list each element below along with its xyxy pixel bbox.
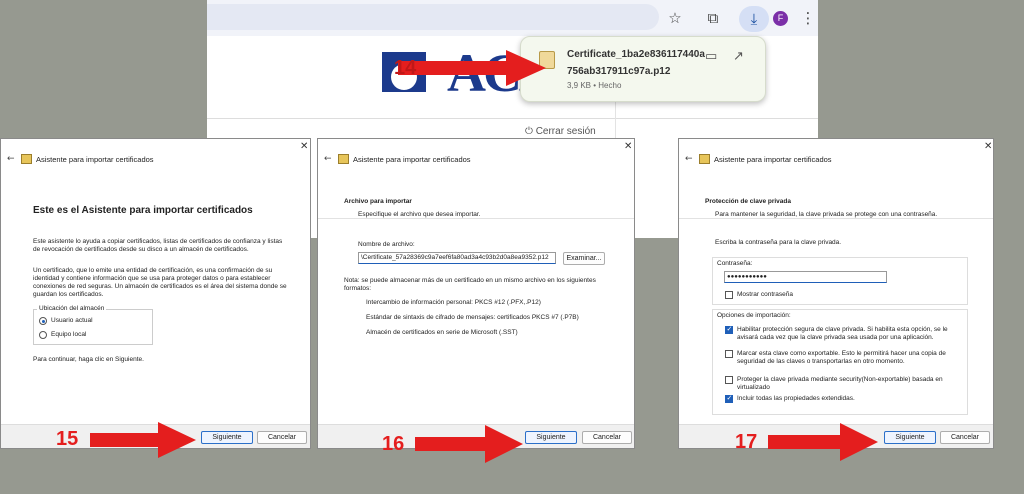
continue-hint: Para continuar, haga clic en Siguiente. [33, 356, 144, 363]
option-extended-props-checkbox[interactable] [725, 394, 733, 403]
next-button[interactable]: Siguiente [525, 431, 577, 444]
profile-avatar[interactable]: F [773, 11, 788, 26]
star-icon[interactable]: ☆ [665, 8, 685, 28]
format-pkcs7: Estándar de sintaxis de cifrado de mensa… [366, 314, 579, 321]
next-button[interactable]: Siguiente [201, 431, 253, 444]
dialog-title-bar: ← Asistente para importar certificados [318, 154, 634, 172]
section-header: Protección de clave privada Para mantene… [679, 183, 993, 219]
option-strong-protection-checkbox[interactable] [725, 325, 733, 334]
password-label: Contraseña: [717, 260, 753, 267]
format-sst: Almacén de certificados en serie de Micr… [366, 329, 518, 336]
step-arrow-14 [398, 50, 548, 86]
option-vbs-label[interactable]: Proteger la clave privada mediante secur… [737, 376, 952, 392]
cancel-button[interactable]: Cancelar [940, 431, 990, 444]
step-arrow-16 [415, 425, 525, 463]
back-arrow-icon[interactable]: ← [324, 154, 332, 164]
browser-toolbar: ☆ ⧉ ⤓ F ⋮ [207, 0, 818, 36]
option-strong-protection-label[interactable]: Habilitar protección segura de clave pri… [737, 326, 962, 342]
formats-note: Nota: se puede almacenar más de un certi… [344, 277, 596, 292]
divider [207, 118, 818, 119]
download-filename-line1[interactable]: Certificate_1ba2e836117440a [567, 49, 705, 60]
password-instructions: Escriba la contraseña para la clave priv… [715, 239, 842, 246]
section-title: Protección de clave privada [705, 198, 791, 205]
dialog-title: Asistente para importar certificados [36, 155, 154, 164]
import-wizard-dialog-3: ← Asistente para importar certificados P… [678, 138, 994, 449]
intro-paragraph: Este asistente lo ayuda a copiar certifi… [33, 238, 283, 253]
format-pkcs12: Intercambio de información personal: PKC… [366, 299, 541, 306]
more-menu-icon[interactable]: ⋮ [798, 8, 818, 28]
step-number-15: 15 [56, 428, 79, 450]
browse-button[interactable]: Examinar... [563, 252, 605, 265]
step-number-14: 14 [394, 57, 417, 79]
close-icon[interactable]: ✕ [984, 141, 992, 152]
import-wizard-dialog-1: ← Asistente para importar certificados E… [0, 138, 311, 449]
download-popup: Certificate_1ba2e836117440a 756ab317911c… [520, 36, 766, 102]
show-password-checkbox[interactable] [725, 291, 733, 299]
step-number-17: 17 [735, 431, 758, 453]
close-icon[interactable]: ✕ [624, 141, 632, 152]
logout-link[interactable]: ⏻ Cerrar sesión [525, 126, 596, 137]
download-meta: 3,9 KB • Hecho [567, 81, 622, 90]
open-external-icon[interactable]: ↗ [733, 49, 744, 64]
section-header: Archivo para importar Especifique el arc… [318, 183, 634, 219]
wizard-heading: Este es el Asistente para importar certi… [33, 205, 253, 216]
step-arrow-15 [90, 422, 198, 458]
back-arrow-icon[interactable]: ← [685, 154, 693, 164]
dialog-title: Asistente para importar certificados [353, 155, 471, 164]
cancel-button[interactable]: Cancelar [582, 431, 632, 444]
step-number-16: 16 [382, 433, 405, 455]
open-folder-icon[interactable]: ▭ [705, 49, 717, 64]
cancel-button[interactable]: Cancelar [257, 431, 307, 444]
radio-current-user[interactable] [39, 317, 47, 325]
option-exportable-checkbox[interactable] [725, 350, 733, 358]
file-name-label: Nombre de archivo: [358, 241, 415, 248]
option-vbs-checkbox[interactable] [725, 376, 733, 384]
section-title: Archivo para importar [344, 198, 412, 205]
address-bar[interactable] [207, 4, 659, 30]
import-options-label: Opciones de importación: [717, 312, 791, 319]
file-name-input[interactable]: \Certificate_57a28369c9a7eef6fa80ad3a4c9… [358, 252, 556, 264]
back-arrow-icon[interactable]: ← [7, 154, 15, 164]
store-location-group [33, 309, 153, 345]
radio-local-machine-label[interactable]: Equipo local [51, 331, 86, 339]
option-exportable-label[interactable]: Marcar esta clave como exportable. Esto … [737, 350, 962, 366]
radio-local-machine[interactable] [39, 331, 47, 339]
certificate-icon [699, 154, 710, 164]
section-subtitle: Especifique el archivo que desea importa… [358, 211, 481, 218]
download-filename-line2[interactable]: 756ab317911c97a.p12 [567, 66, 670, 77]
dialog-title-bar: ← Asistente para importar certificados [1, 154, 310, 172]
download-icon[interactable]: ⤓ [739, 6, 769, 32]
show-password-label[interactable]: Mostrar contraseña [737, 291, 793, 299]
option-extended-props-label[interactable]: Incluir todas las propiedades extendidas… [737, 395, 855, 403]
radio-current-user-label[interactable]: Usuario actual [51, 317, 93, 325]
import-wizard-dialog-2: ← Asistente para importar certificados A… [317, 138, 635, 449]
section-subtitle: Para mantener la seguridad, la clave pri… [715, 211, 938, 218]
certificate-icon [21, 154, 32, 164]
dialog-title-bar: ← Asistente para importar certificados [679, 154, 993, 172]
dialog-title: Asistente para importar certificados [714, 155, 832, 164]
next-button[interactable]: Siguiente [884, 431, 936, 444]
password-input[interactable]: ●●●●●●●●●●● [724, 271, 887, 283]
definition-paragraph: Un certificado, que lo emite una entidad… [33, 267, 287, 298]
store-location-label: Ubicación del almacén [37, 305, 107, 313]
certificate-icon [338, 154, 349, 164]
extensions-icon[interactable]: ⧉ [703, 8, 723, 28]
step-arrow-17 [768, 423, 880, 461]
close-icon[interactable]: ✕ [300, 141, 308, 152]
